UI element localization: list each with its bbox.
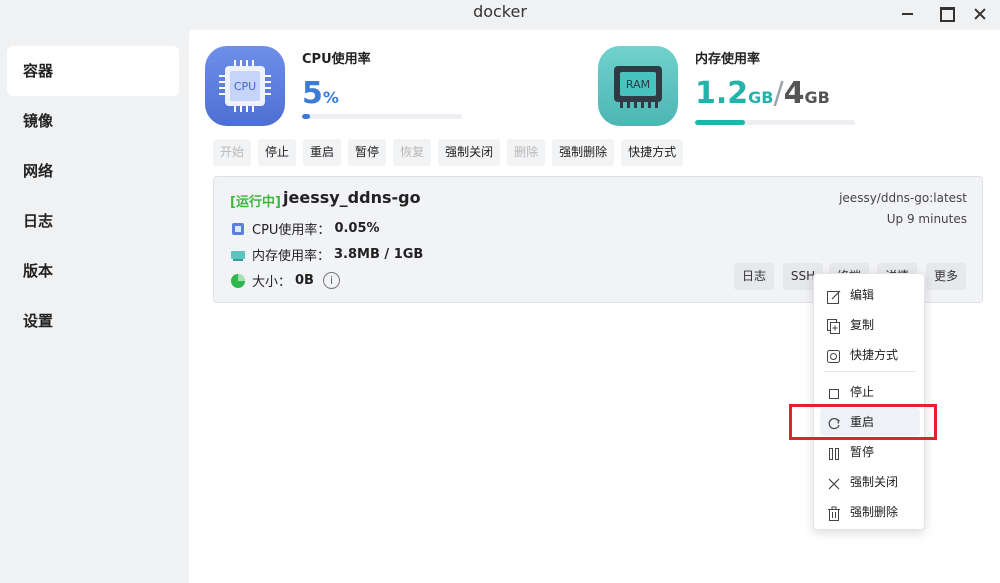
stop-button[interactable]: 停止: [258, 139, 297, 166]
resume-button[interactable]: 恢复: [393, 139, 432, 166]
cpu-usage-row-label: CPU使用率：: [252, 223, 331, 238]
shortcut-button[interactable]: 快捷方式: [621, 139, 684, 166]
container-image: jeessy/ddns-go:latest: [839, 191, 967, 205]
sidebar-item-logs[interactable]: 日志: [7, 196, 179, 246]
minimize-icon[interactable]: [897, 3, 919, 25]
menu-item-force-delete[interactable]: 强制删除: [820, 498, 920, 526]
menu-separator: [824, 371, 916, 372]
container-toolbar: 开始 停止 重启 暂停 恢复 强制关闭 删除 强制删除 快捷方式: [213, 139, 684, 166]
restart-button[interactable]: 重启: [303, 139, 342, 166]
close-x-icon: [827, 474, 841, 490]
container-uptime: Up 9 minutes: [886, 212, 967, 226]
cpu-usage-row: CPU使用率： 0.05%: [230, 219, 380, 238]
cpu-usage-label: CPU使用率: [302, 52, 371, 67]
size-row: 大小： 0B i: [230, 271, 340, 290]
logs-button[interactable]: 日志: [734, 263, 774, 290]
cpu-small-icon: [230, 221, 246, 237]
sidebar-item-images[interactable]: 镜像: [7, 96, 179, 146]
memory-small-icon: [230, 247, 246, 263]
cpu-usage-value: 5%: [302, 76, 339, 111]
memory-usage-bar-fill: [695, 120, 745, 125]
cpu-usage-row-value: 0.05%: [334, 221, 380, 236]
force-stop-button[interactable]: 强制关闭: [438, 139, 501, 166]
copy-icon: [827, 317, 841, 334]
memory-usage-label: 内存使用率: [695, 52, 761, 67]
ram-module-icon: RAM: [598, 46, 678, 126]
shortcut-icon: [827, 347, 841, 363]
memory-usage-row: 内存使用率： 3.8MB / 1GB: [230, 245, 423, 264]
memory-usage-row-label: 内存使用率：: [252, 249, 331, 264]
sidebar-item-settings[interactable]: 设置: [7, 296, 179, 346]
highlight-annotation-box: [789, 404, 937, 440]
size-label: 大小：: [252, 275, 292, 290]
sidebar-item-network[interactable]: 网络: [7, 146, 179, 196]
maximize-icon[interactable]: [935, 3, 957, 25]
title-bar: docker: [0, 0, 1000, 28]
more-button[interactable]: 更多: [926, 263, 966, 290]
memory-usage-value: 1.2GB/4GB: [695, 76, 830, 111]
cpu-usage-bar: [302, 114, 462, 119]
menu-item-stop[interactable]: 停止: [820, 378, 920, 406]
memory-usage-row-value: 3.8MB / 1GB: [334, 247, 424, 262]
memory-usage-bar: [695, 120, 855, 125]
close-icon[interactable]: [970, 3, 992, 25]
window-title: docker: [473, 2, 527, 21]
container-name: jeessy_ddns-go: [283, 188, 421, 207]
edit-icon: [827, 287, 841, 304]
menu-item-pause[interactable]: 暂停: [820, 438, 920, 466]
menu-item-edit[interactable]: 编辑: [820, 281, 920, 309]
menu-item-force-stop[interactable]: 强制关闭: [820, 468, 920, 496]
pie-chart-icon: [230, 273, 246, 289]
more-actions-menu: 编辑 复制 快捷方式 停止 重启 暂停 强制关闭 强制删除: [813, 273, 925, 530]
cpu-usage-bar-fill: [302, 114, 310, 119]
cpu-icon-text: CPU: [234, 80, 256, 93]
delete-button[interactable]: 删除: [507, 139, 546, 166]
status-badge: [运行中]: [230, 195, 281, 210]
sidebar-item-containers[interactable]: 容器: [7, 46, 179, 96]
start-button[interactable]: 开始: [213, 139, 252, 166]
sidebar-item-version[interactable]: 版本: [7, 246, 179, 296]
size-value: 0B: [295, 273, 314, 288]
ram-icon-text: RAM: [626, 78, 650, 91]
trash-icon: [827, 504, 841, 521]
force-delete-button[interactable]: 强制删除: [552, 139, 615, 166]
pause-icon: [827, 444, 841, 460]
info-icon[interactable]: i: [322, 272, 340, 289]
menu-item-copy[interactable]: 复制: [820, 311, 920, 339]
sidebar: 容器 镜像 网络 日志 版本 设置: [0, 30, 188, 583]
pause-button[interactable]: 暂停: [348, 139, 387, 166]
menu-item-shortcut[interactable]: 快捷方式: [820, 341, 920, 369]
cpu-chip-icon: CPU: [205, 46, 285, 126]
stop-icon: [827, 384, 841, 400]
